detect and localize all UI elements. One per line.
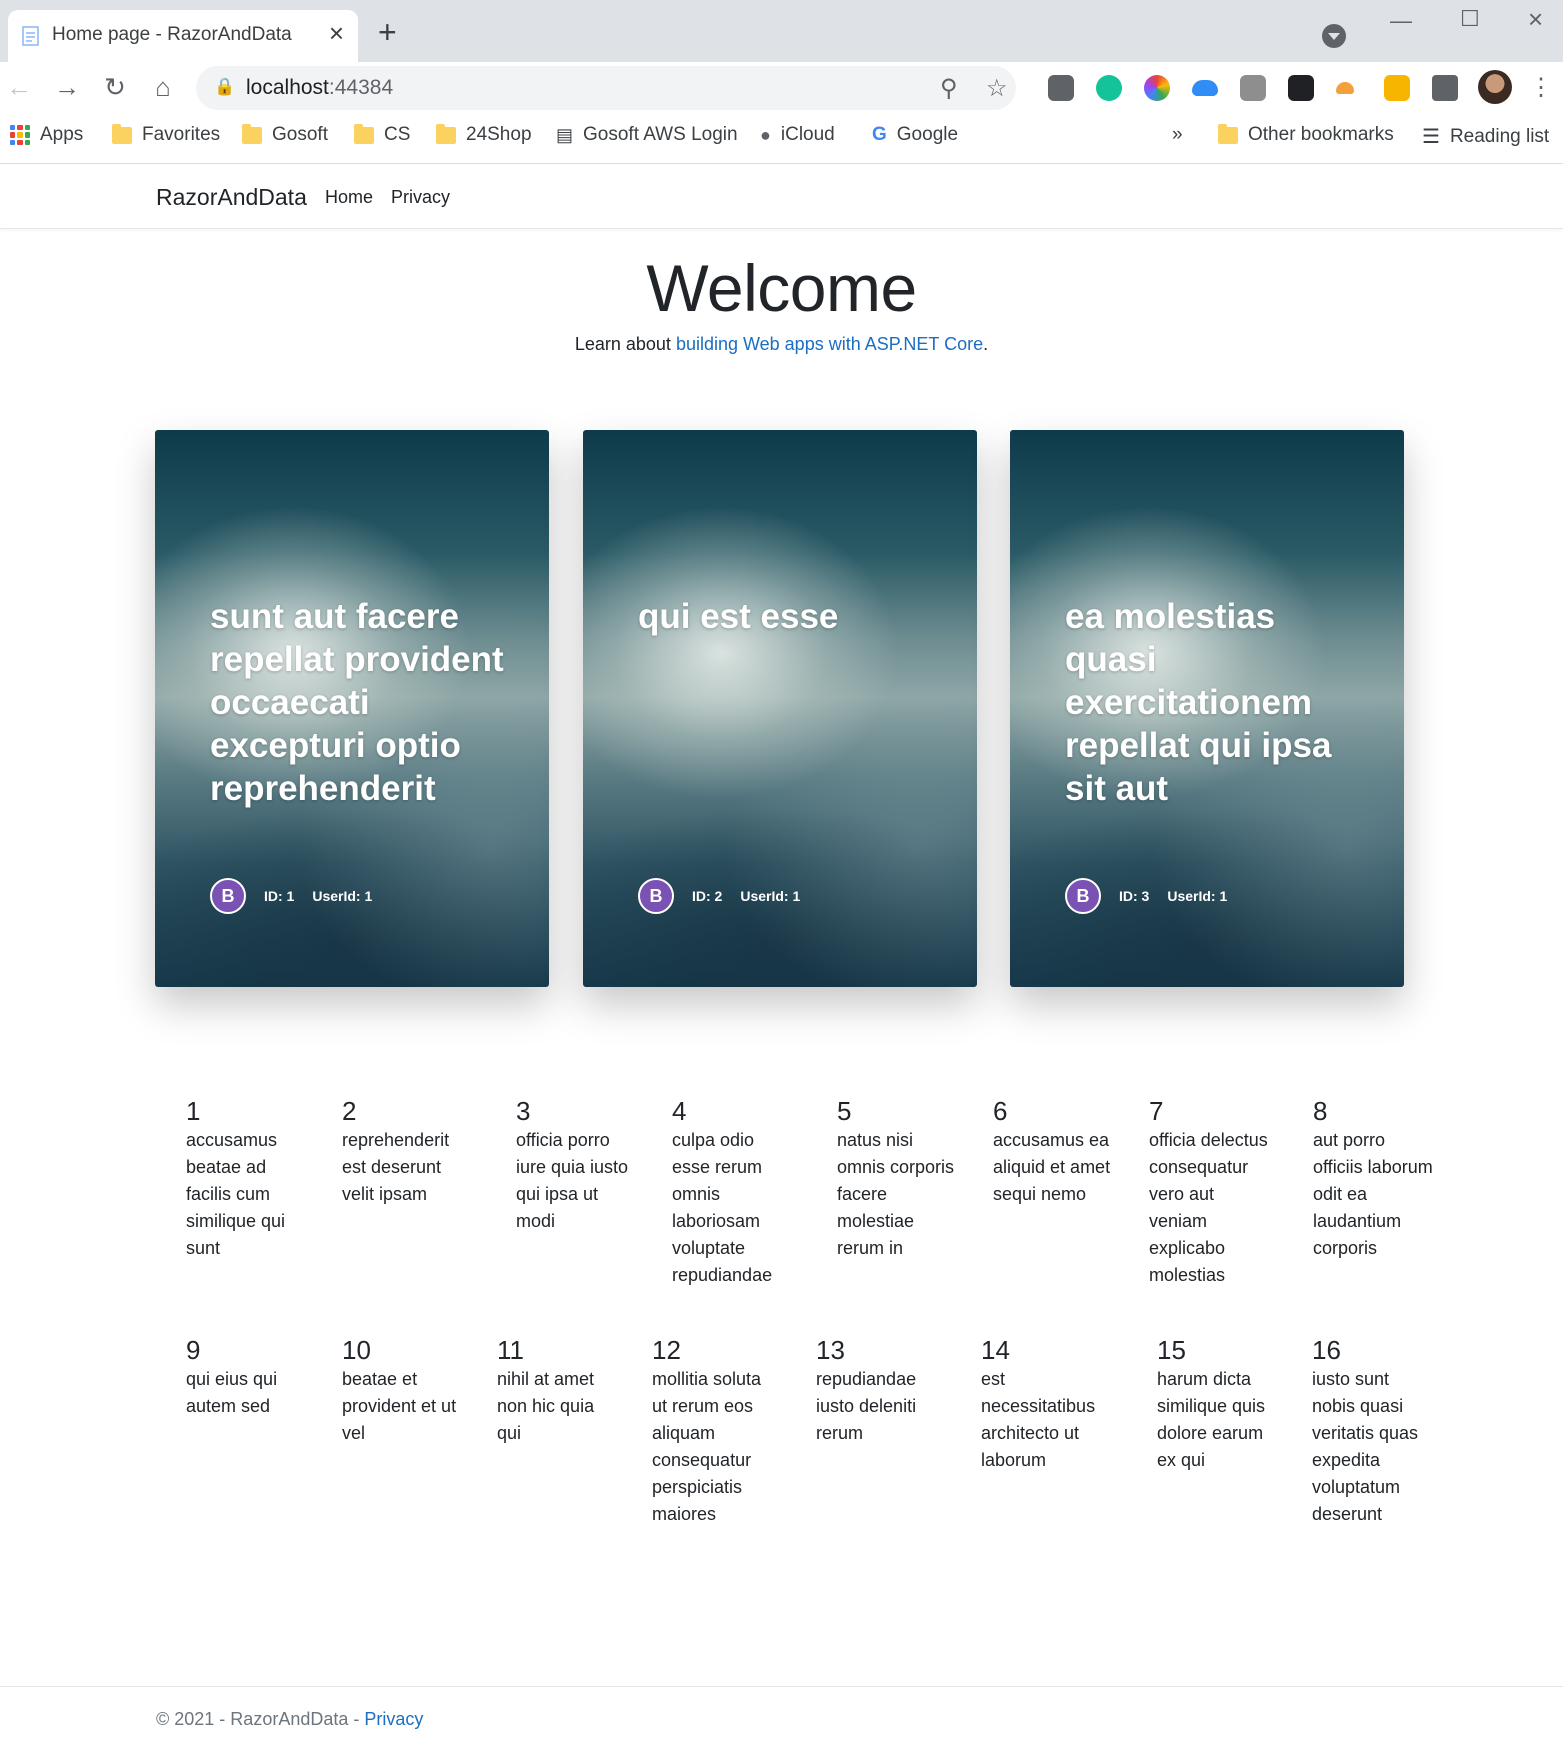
- folder-icon: [1218, 123, 1238, 144]
- reload-icon[interactable]: ↻: [100, 72, 130, 102]
- nav-link-privacy[interactable]: Privacy: [391, 187, 450, 208]
- forward-icon[interactable]: →: [52, 72, 82, 102]
- list-item: 6 accusamus ea aliquid et amet sequi nemo: [993, 1096, 1111, 1204]
- grammarly-icon[interactable]: [1096, 75, 1122, 101]
- site-footer: © 2021 - RazorAndData - Privacy: [0, 1686, 1563, 1747]
- bootstrap-logo-icon: B: [210, 878, 246, 914]
- bootstrap-logo-icon: B: [638, 878, 674, 914]
- bookmarks-overflow-icon[interactable]: »: [1172, 124, 1183, 146]
- bookmark-other[interactable]: Other bookmarks: [1218, 123, 1394, 146]
- close-tab-icon[interactable]: ×: [329, 20, 344, 46]
- list-item: 8 aut porro officiis laborum odit ea laud…: [1313, 1096, 1433, 1258]
- footer-text: © 2021 - RazorAndData - Privacy: [156, 1709, 424, 1729]
- home-icon[interactable]: ⌂: [148, 72, 178, 102]
- terminal-icon[interactable]: [1288, 75, 1314, 101]
- zoom-icon[interactable]: ⚲: [940, 74, 958, 103]
- list-item: 15 harum dicta similique quis dolore earu…: [1157, 1335, 1266, 1470]
- list-item: 16 iusto sunt nobis quasi veritatis quas …: [1312, 1335, 1419, 1524]
- folder-icon: [354, 123, 374, 144]
- page-icon: [22, 26, 39, 46]
- apple-icon: ●: [760, 124, 771, 145]
- site-brand[interactable]: RazorAndData: [156, 184, 307, 211]
- card-id: ID: 2: [692, 888, 723, 904]
- card-meta: B ID: 1 UserId: 1: [210, 878, 372, 914]
- aspnet-docs-link[interactable]: building Web apps with ASP.NET Core: [676, 334, 983, 354]
- url-text: localhost:44384: [246, 76, 394, 99]
- menu-icon[interactable]: ⋮: [1526, 72, 1556, 102]
- card-meta: B ID: 3 UserId: 1: [1065, 878, 1227, 914]
- back-icon[interactable]: ←: [4, 72, 34, 102]
- list-item: 4 culpa odio esse rerum omnis laboriosam …: [672, 1096, 773, 1285]
- new-tab-icon[interactable]: +: [378, 16, 397, 48]
- bookmark-cs[interactable]: CS: [354, 123, 410, 146]
- card-id: ID: 1: [264, 888, 295, 904]
- list-item: 7 officia delectus consequatur vero aut v…: [1149, 1096, 1268, 1285]
- post-card[interactable]: qui est esse B ID: 2 UserId: 1: [583, 430, 977, 987]
- card-user-id: UserId: 1: [740, 888, 801, 904]
- tab-search-icon[interactable]: [1322, 24, 1346, 48]
- card-title: sunt aut facere repellat provident occae…: [210, 597, 504, 808]
- line-icon[interactable]: [1240, 75, 1266, 101]
- color-picker-icon[interactable]: [1144, 75, 1170, 101]
- lock-icon[interactable]: 🔒: [214, 77, 235, 97]
- cloud-icon[interactable]: [1192, 80, 1218, 96]
- list-item: 9 qui eius qui autem sed: [186, 1335, 278, 1416]
- reading-list-icon: ☰: [1422, 126, 1440, 148]
- close-window-icon[interactable]: ×: [1528, 4, 1543, 35]
- address-bar[interactable]: 🔒 localhost:44384 ⚲ ☆: [196, 66, 1016, 110]
- reading-list-button[interactable]: ☰ Reading list: [1422, 124, 1549, 149]
- page-icon: ▤: [556, 124, 574, 145]
- list-item: 13 repudiandae iusto deleniti rerum: [816, 1335, 917, 1443]
- card-id: ID: 3: [1119, 888, 1150, 904]
- folder-icon: [242, 123, 262, 144]
- folder-icon: [112, 123, 132, 144]
- bookmark-gosoft[interactable]: Gosoft: [242, 123, 328, 146]
- list-item: 3 officia porro iure quia iusto qui ipsa …: [516, 1096, 629, 1231]
- bookmarks-bar: Apps Favorites Gosoft CS 24Shop ▤ Gosoft …: [0, 114, 1563, 164]
- nav-link-home[interactable]: Home: [325, 187, 373, 208]
- maximize-icon[interactable]: ☐: [1460, 6, 1480, 32]
- bookmark-favorites[interactable]: Favorites: [112, 123, 220, 146]
- page-title: Welcome: [646, 251, 917, 325]
- bookmark-gosoft-aws[interactable]: ▤ Gosoft AWS Login: [556, 124, 738, 146]
- apps-grid-icon: [10, 125, 30, 145]
- google-icon: G: [872, 124, 887, 145]
- list-item: 2 reprehenderit est deserunt velit ipsam: [342, 1096, 450, 1204]
- list-item: 10 beatae et provident et ut vel: [342, 1335, 457, 1443]
- browser-tab[interactable]: Home page - RazorAndData ×: [8, 10, 358, 62]
- extensions-puzzle-icon[interactable]: [1432, 75, 1458, 101]
- card-user-id: UserId: 1: [312, 888, 373, 904]
- extension-icon[interactable]: [1048, 75, 1074, 101]
- bookmark-google[interactable]: G Google: [872, 124, 958, 146]
- minimize-icon[interactable]: —: [1390, 8, 1412, 34]
- avatar[interactable]: [1478, 70, 1512, 104]
- folder-icon: [436, 123, 456, 144]
- bookmark-24shop[interactable]: 24Shop: [436, 123, 532, 146]
- list-item: 5 natus nisi omnis corporis facere molest…: [837, 1096, 955, 1258]
- bookmark-star-icon[interactable]: ☆: [986, 74, 1008, 103]
- post-card[interactable]: ea molestias quasi exercitationem repell…: [1010, 430, 1404, 987]
- bookmark-apps[interactable]: Apps: [10, 124, 83, 146]
- list-item: 1 accusamus beatae ad facilis cum similiq…: [186, 1096, 286, 1258]
- card-title: ea molestias quasi exercitationem repell…: [1065, 597, 1332, 808]
- footer-privacy-link[interactable]: Privacy: [364, 1709, 423, 1729]
- bootstrap-logo-icon: B: [1065, 878, 1101, 914]
- list-item: 12 mollitia soluta ut rerum eos aliquam c…: [652, 1335, 762, 1524]
- list-item: 11 nihil at amet non hic quia qui: [497, 1335, 595, 1443]
- site-navbar: RazorAndData Home Privacy: [0, 164, 1563, 229]
- card-user-id: UserId: 1: [1167, 888, 1228, 904]
- card-meta: B ID: 2 UserId: 1: [638, 878, 800, 914]
- ext-copy-icon[interactable]: [1384, 75, 1410, 101]
- intro-text: Learn about building Web apps with ASP.N…: [574, 334, 989, 354]
- browser-toolbar: ← → ↻ ⌂ 🔒 localhost:44384 ⚲ ☆ ⋮: [0, 62, 1563, 114]
- post-card[interactable]: sunt aut facere repellat provident occae…: [155, 430, 549, 987]
- ext-orange-icon[interactable]: [1336, 82, 1354, 94]
- tab-strip: Home page - RazorAndData × + — ☐ ×: [0, 0, 1563, 62]
- tab-title: Home page - RazorAndData: [52, 24, 292, 45]
- card-title: qui est esse: [638, 597, 839, 636]
- list-item: 14 est necessitatibus architecto ut labor…: [981, 1335, 1096, 1470]
- bookmark-icloud[interactable]: ● iCloud: [760, 124, 835, 146]
